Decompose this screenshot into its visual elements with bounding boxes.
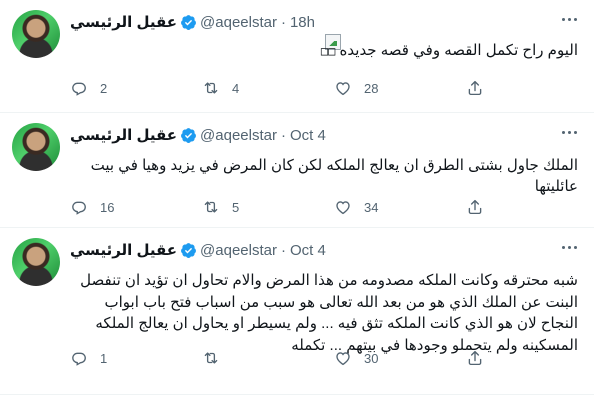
tweet-body: اليوم راح تكمل القصه وفي قصه جديده: [339, 42, 578, 59]
share-icon: [468, 80, 482, 96]
reply-icon: [72, 82, 86, 96]
more-options-icon[interactable]: [558, 238, 580, 256]
display-name[interactable]: عقيل الرئيسي: [70, 13, 177, 31]
retweet-count: 5: [232, 199, 240, 215]
retweet-icon: [204, 82, 218, 94]
separator-dot: ·: [280, 126, 286, 144]
tweet-header: عقيل الرئيسي @aqeelstar · Oct 4: [70, 125, 326, 145]
reply-button[interactable]: 16: [70, 198, 202, 216]
tweet[interactable]: عقيل الرئيسي @aqeelstar · Oct 4 الملك جا…: [0, 113, 594, 228]
user-handle[interactable]: @aqeelstar: [200, 242, 277, 259]
verified-badge-icon: [181, 127, 196, 143]
tweet[interactable]: عقيل الرئيسي @aqeelstar · 18h اليوم راح …: [0, 0, 594, 113]
reply-count: 16: [100, 199, 115, 215]
retweet-button[interactable]: [202, 349, 334, 367]
tweet-header: عقيل الرئيسي @aqeelstar · 18h: [70, 12, 315, 32]
timestamp[interactable]: Oct 4: [290, 242, 326, 259]
retweet-icon: [204, 352, 218, 364]
tweet-text: الملك جاول بشتى الطرق ان يعالج الملكه لك…: [90, 157, 578, 195]
like-count: 30: [364, 350, 379, 366]
display-name[interactable]: عقيل الرئيسي: [70, 241, 177, 259]
reply-button[interactable]: 1: [70, 349, 202, 367]
user-handle[interactable]: @aqeelstar: [200, 127, 277, 144]
like-count: 34: [364, 199, 379, 215]
share-button[interactable]: [466, 198, 496, 216]
user-handle[interactable]: @aqeelstar: [200, 14, 277, 31]
reply-icon: [72, 201, 86, 215]
tweet-actions: 1 30: [70, 348, 530, 368]
avatar[interactable]: [12, 10, 60, 58]
retweet-button[interactable]: 4: [202, 79, 334, 97]
reply-button[interactable]: 2: [70, 79, 202, 97]
tweet[interactable]: عقيل الرئيسي @aqeelstar · Oct 4 شبه محتر…: [0, 228, 594, 395]
tweet-text: اليوم راح تكمل القصه وفي قصه جديده □□: [70, 40, 578, 62]
retweet-icon: [204, 201, 218, 213]
heart-icon: [336, 82, 350, 96]
verified-badge-icon: [181, 14, 196, 30]
tweet-actions: 16 5 34: [70, 197, 530, 217]
more-options-icon[interactable]: [558, 123, 580, 141]
avatar[interactable]: [12, 238, 60, 286]
timestamp[interactable]: 18h: [290, 14, 315, 31]
share-icon: [468, 350, 482, 366]
tweet-actions: 2 4 28: [70, 78, 530, 98]
share-button[interactable]: [466, 349, 496, 367]
heart-icon: [336, 201, 350, 215]
verified-badge-icon: [181, 242, 196, 258]
like-button[interactable]: 34: [334, 198, 466, 216]
like-button[interactable]: 30: [334, 349, 466, 367]
display-name[interactable]: عقيل الرئيسي: [70, 126, 177, 144]
like-count: 28: [364, 80, 379, 96]
reply-count: 2: [100, 80, 108, 96]
more-options-icon[interactable]: [558, 10, 580, 28]
like-button[interactable]: 28: [334, 79, 466, 97]
separator-dot: ·: [280, 241, 286, 259]
retweet-button[interactable]: 5: [202, 198, 334, 216]
share-icon: [468, 199, 482, 215]
tweet-feed: عقيل الرئيسي @aqeelstar · 18h اليوم راح …: [0, 0, 594, 395]
tweet-header: عقيل الرئيسي @aqeelstar · Oct 4: [70, 240, 326, 260]
separator-dot: ·: [280, 13, 286, 31]
retweet-count: 4: [232, 80, 240, 96]
tweet-text: شبه محترقه وكانت الملكه مصدومه من هذا ال…: [80, 272, 578, 354]
unrendered-glyphs: □□: [320, 44, 336, 58]
reply-icon: [72, 352, 86, 366]
timestamp[interactable]: Oct 4: [290, 127, 326, 144]
heart-icon: [336, 352, 350, 366]
avatar[interactable]: [12, 123, 60, 171]
reply-count: 1: [100, 350, 108, 366]
share-button[interactable]: [466, 79, 496, 97]
